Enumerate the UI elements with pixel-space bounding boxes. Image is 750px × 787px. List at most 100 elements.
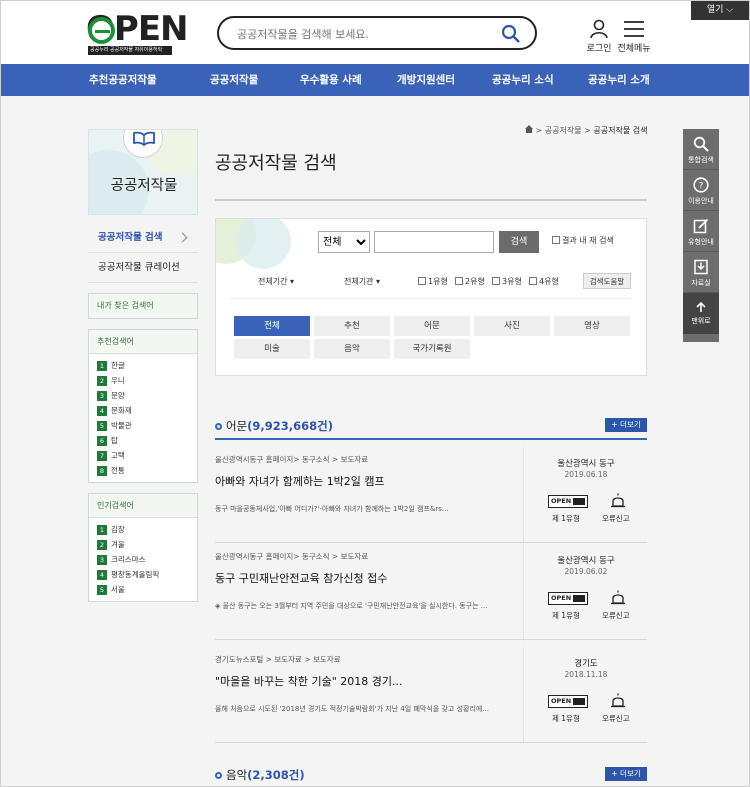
alarm-icon[interactable] — [610, 590, 626, 606]
keyword-label: 평창동계올림픽 — [111, 570, 160, 579]
nav-item-support[interactable]: 개방지원센터 — [397, 64, 455, 96]
keyword-item[interactable]: 1 김장 — [97, 522, 189, 537]
scope-select[interactable]: 전체 — [318, 231, 370, 253]
category-tab-text[interactable]: 어문 — [394, 316, 470, 336]
search-icon[interactable] — [501, 24, 521, 44]
checkbox-box — [529, 277, 537, 285]
item-description: 올해 처음으로 시도된 '2018년 경기도 적정기술박람회'가 지난 4일 폐… — [215, 705, 490, 713]
filter-query-input[interactable] — [374, 231, 494, 253]
org-dropdown[interactable]: 전체기관 ▾ — [344, 276, 380, 287]
nav-item-news[interactable]: 공공누리 소식 — [492, 64, 554, 96]
report-error-button[interactable]: 오류신고 — [602, 713, 630, 724]
search-input[interactable] — [237, 24, 487, 44]
quick-label: 맨위로 — [691, 317, 711, 325]
decor-circle — [236, 219, 291, 269]
keyword-item[interactable]: 3 크리스마스 — [97, 552, 189, 567]
result-item[interactable]: 경기도뉴스포털 > 보도자료 > 보도자료 "마을을 바꾸는 착한 기술" 20… — [215, 647, 647, 743]
item-meta: 울산광역시 동구 2019.06.18 OPEN 제 1유형 오류신고 — [523, 447, 647, 542]
category-tab-all[interactable]: 전체 — [234, 316, 310, 336]
nav-item-works[interactable]: 공공저작물 — [210, 64, 258, 96]
search-icon — [683, 136, 719, 152]
logo-o-mark — [88, 17, 115, 44]
quick-archive[interactable]: 자료실 — [683, 252, 719, 293]
open-logo[interactable]: OPEN 공공누리 공공저작물 자유이용허락 — [86, 9, 189, 55]
keyword-item[interactable]: 3 문양 — [97, 388, 189, 403]
badge-text: OPEN — [551, 594, 572, 602]
item-title[interactable]: 동구 구민재난안전교육 참가신청 접수 — [215, 570, 387, 586]
home-icon[interactable] — [525, 125, 536, 135]
item-license-type: 제 1유형 — [552, 714, 580, 723]
breadcrumb-separator: > — [584, 126, 591, 135]
item-description: ◈ 울산 동구는 오는 3월부터 지역 주민을 대상으로 '구민재난안전교육'을… — [215, 602, 488, 610]
all-menu-button[interactable]: 전체메뉴 — [613, 19, 655, 54]
filter-search-button[interactable]: 검색 — [499, 231, 539, 253]
my-keywords-box: 내가 찾은 검색어 — [88, 293, 198, 319]
keyword-item[interactable]: 5 서울 — [97, 582, 189, 597]
within-results-checkbox[interactable]: 결과 내 재 검색 — [552, 235, 614, 246]
category-tab-video[interactable]: 영상 — [554, 316, 630, 336]
quick-label: 이용안내 — [688, 197, 714, 205]
section-title-text: 어문(9,923,668건) — [215, 418, 333, 434]
type-label: 3유형 — [502, 277, 522, 286]
quick-type-guide[interactable]: 유형안내 — [683, 211, 719, 252]
keyword-rank: 8 — [97, 466, 107, 476]
keyword-item[interactable]: 1 한글 — [97, 358, 189, 373]
nav-item-recommended[interactable]: 추천공공저작물 — [89, 64, 157, 96]
keyword-item[interactable]: 2 겨울 — [97, 537, 189, 552]
result-item[interactable]: 울산광역시동구 홈페이지> 동구소식 > 보도자료 아빠와 자녀가 함께하는 1… — [215, 447, 647, 543]
type1-checkbox[interactable]: 1유형 — [418, 276, 448, 287]
keyword-item[interactable]: 4 평창동계올림픽 — [97, 567, 189, 582]
keyword-label: 우니 — [111, 376, 125, 385]
nav-item-cases[interactable]: 우수활용 사례 — [300, 64, 362, 96]
category-tab-music[interactable]: 음악 — [314, 339, 390, 359]
back-to-top-button[interactable]: 맨위로 — [683, 293, 719, 334]
more-button[interactable]: + 더보기 — [605, 767, 647, 781]
keyword-item[interactable]: 2 우니 — [97, 373, 189, 388]
keyword-label: 문화재 — [111, 406, 132, 415]
category-tab-photo[interactable]: 사진 — [474, 316, 550, 336]
section-divider — [215, 438, 647, 440]
my-keywords-label: 내가 찾은 검색어 — [89, 294, 197, 318]
keyword-rank: 1 — [97, 361, 107, 371]
quick-menu: 통합검색 ? 이용안내 유형안내 자료실 맨위로 — [683, 129, 719, 342]
filter-divider — [230, 298, 633, 299]
section-count: (2,308건) — [247, 768, 305, 782]
item-title[interactable]: 아빠와 자녀가 함께하는 1박2일 캠프 — [215, 473, 385, 489]
keyword-item[interactable]: 5 박물관 — [97, 418, 189, 433]
type3-checkbox[interactable]: 3유형 — [492, 276, 522, 287]
quick-guide[interactable]: ? 이용안내 — [683, 170, 719, 211]
keyword-item[interactable]: 7 고택 — [97, 448, 189, 463]
search-help-button[interactable]: 검색도움말 — [583, 273, 631, 289]
category-tab-art[interactable]: 미술 — [234, 339, 310, 359]
quick-integrated-search[interactable]: 통합검색 — [683, 129, 719, 170]
keyword-item[interactable]: 4 문화재 — [97, 403, 189, 418]
more-button[interactable]: + 더보기 — [605, 418, 647, 432]
keyword-rank: 4 — [97, 570, 107, 580]
item-title[interactable]: "마을을 바꾸는 착한 기술" 2018 경기... — [215, 673, 403, 689]
category-tab-recommended[interactable]: 추천 — [314, 316, 390, 336]
report-error-button[interactable]: 오류신고 — [602, 513, 630, 524]
keyword-item[interactable]: 6탑 — [97, 433, 189, 448]
keyword-label: 고택 — [111, 451, 125, 460]
breadcrumb-level1[interactable]: 공공저작물 — [545, 126, 582, 135]
open-toggle-button[interactable]: 열기 ⌵ — [691, 1, 749, 20]
svg-text:?: ? — [699, 182, 704, 192]
title-divider — [215, 199, 647, 201]
keyword-rank: 6 — [97, 436, 107, 446]
type4-checkbox[interactable]: 4유형 — [529, 276, 559, 287]
keyword-rank: 3 — [97, 555, 107, 565]
sidebar-item-search[interactable]: 공공저작물 검색 — [88, 223, 198, 253]
nav-item-about[interactable]: 공공누리 소개 — [588, 64, 650, 96]
keyword-rank: 2 — [97, 376, 107, 386]
period-dropdown[interactable]: 전체기간 ▾ — [258, 276, 294, 287]
report-error-button[interactable]: 오류신고 — [602, 610, 630, 621]
alarm-icon[interactable] — [610, 493, 626, 509]
type2-checkbox[interactable]: 2유형 — [455, 276, 485, 287]
result-item[interactable]: 울산광역시동구 홈페이지> 동구소식 > 보도자료 동구 구민재난안전교육 참가… — [215, 544, 647, 640]
item-description: 동구 마을공동체사업,'아빠 어디가?'-아빠와 자녀가 함께하는 1박2일 캠… — [215, 505, 449, 513]
sidebar-item-curation[interactable]: 공공저작물 큐레이션 — [88, 253, 198, 283]
category-tab-archives[interactable]: 국가기록원 — [394, 339, 470, 359]
alarm-icon[interactable] — [610, 693, 626, 709]
keyword-item[interactable]: 8 전통 — [97, 463, 189, 478]
keyword-label: 탑 — [111, 436, 118, 445]
